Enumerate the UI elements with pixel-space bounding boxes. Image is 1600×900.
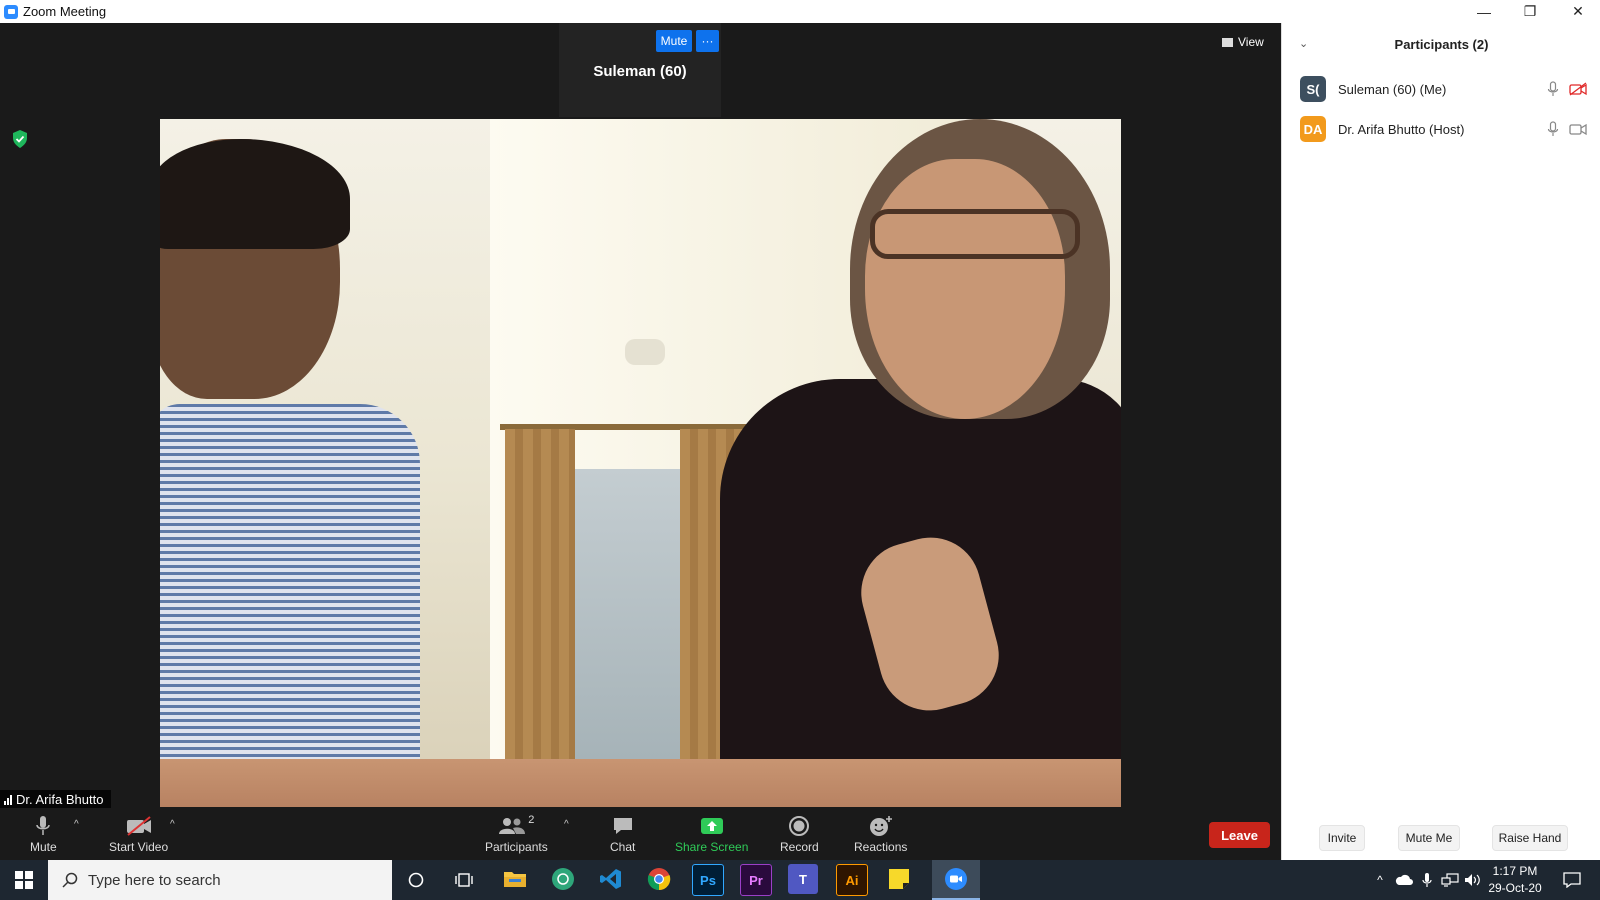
action-center-button[interactable] (1556, 860, 1588, 900)
audio-options-caret-icon[interactable]: ^ (74, 819, 79, 830)
meeting-toolbar: Mute ^ Start Video ^ 2 Participants ^ Ch… (0, 811, 1280, 860)
video-camera-icon[interactable] (1569, 122, 1587, 136)
signal-strength-icon (4, 794, 12, 805)
cortana-circle-icon (408, 872, 424, 888)
photoshop-icon[interactable]: Ps (692, 864, 724, 896)
search-icon (62, 872, 78, 888)
windows-logo-icon (15, 871, 33, 889)
mute-me-button[interactable]: Mute Me (1398, 825, 1460, 851)
clock-time: 1:17 PM (1492, 864, 1538, 878)
onedrive-cloud-icon[interactable] (1392, 860, 1416, 900)
video-off-icon (125, 814, 153, 838)
video-curtain-left (505, 429, 575, 759)
network-icon[interactable] (1438, 860, 1462, 900)
invite-button[interactable]: Invite (1319, 825, 1365, 851)
reactions-smiley-icon (869, 814, 893, 838)
minimize-button[interactable]: — (1462, 0, 1506, 23)
microphone-icon[interactable] (1547, 121, 1559, 137)
chat-button[interactable]: Chat (610, 814, 635, 854)
video-person-right (720, 119, 1121, 807)
windows-start-button[interactable] (0, 860, 48, 900)
share-screen-label: Share Screen (675, 840, 749, 854)
illustrator-icon[interactable]: Ai (836, 864, 868, 896)
participants-panel-title: Participants (2) (1394, 37, 1489, 52)
avatar: DA (1300, 116, 1326, 142)
grid-view-icon (1222, 37, 1233, 47)
microphone-icon[interactable] (1547, 81, 1559, 97)
clock[interactable]: 1:17 PM 29-Oct-20 (1480, 863, 1550, 897)
raise-hand-button[interactable]: Raise Hand (1492, 825, 1568, 851)
show-hidden-icons-chevron-icon[interactable]: ^ (1368, 860, 1392, 900)
start-video-button[interactable]: Start Video (109, 814, 168, 854)
zoom-app-icon (4, 4, 18, 19)
zoom-taskbar-button[interactable] (932, 860, 980, 900)
participant-row[interactable]: DA Dr. Arifa Bhutto (Host) (1282, 109, 1600, 149)
reactions-label: Reactions (854, 840, 908, 854)
view-label: View (1238, 35, 1264, 49)
active-speaker-name: Suleman (60) (593, 63, 687, 80)
chat-icon (612, 814, 634, 838)
view-button[interactable]: View (1222, 35, 1264, 49)
video-options-caret-icon[interactable]: ^ (170, 819, 175, 830)
close-window-button[interactable]: ✕ (1556, 0, 1600, 23)
sticky-notes-icon[interactable] (884, 864, 914, 894)
taskbar-search-box[interactable]: Type here to search (48, 860, 392, 900)
participant-row[interactable]: S( Suleman (60) (Me) (1282, 69, 1600, 109)
chrome-icon[interactable] (644, 864, 674, 894)
cortana-button[interactable] (400, 860, 432, 900)
participants-label: Participants (485, 840, 548, 854)
file-explorer-icon[interactable] (500, 864, 530, 894)
participants-icon: 2 (498, 814, 534, 838)
windows-taskbar: Type here to search Ps Pr T Ai ^ 1:17 PM… (0, 860, 1600, 900)
clock-date: 29-Oct-20 (1488, 881, 1542, 895)
security-shield-icon[interactable] (12, 130, 28, 148)
task-view-button[interactable] (448, 860, 480, 900)
participants-button[interactable]: 2 Participants (485, 814, 548, 854)
video-participant-name: Dr. Arifa Bhutto (16, 791, 104, 807)
restore-button[interactable]: ❐ (1508, 0, 1552, 23)
microphone-tray-icon[interactable] (1416, 860, 1438, 900)
participant-name: Suleman (60) (Me) (1338, 81, 1447, 97)
record-label: Record (780, 840, 819, 854)
video-name-label: Dr. Arifa Bhutto (0, 790, 112, 808)
chatgpt-icon[interactable] (548, 864, 578, 894)
avatar: S( (1300, 76, 1326, 102)
tile-mute-button[interactable]: Mute (656, 30, 692, 52)
window-title: Zoom Meeting (23, 4, 107, 19)
participants-options-caret-icon[interactable]: ^ (564, 819, 569, 830)
mute-label: Mute (30, 840, 57, 854)
premiere-icon[interactable]: Pr (740, 864, 772, 896)
video-table (160, 759, 1121, 807)
video-off-icon[interactable] (1569, 82, 1587, 96)
participants-panel: ⌄ Participants (2) S( Suleman (60) (Me) … (1281, 23, 1600, 860)
chat-label: Chat (610, 840, 636, 854)
search-placeholder: Type here to search (88, 871, 221, 889)
teams-icon[interactable]: T (788, 864, 818, 894)
record-button[interactable]: Record (780, 814, 819, 854)
vscode-icon[interactable] (596, 864, 626, 894)
participants-count: 2 (528, 814, 535, 826)
tile-more-button[interactable]: ··· (696, 30, 719, 52)
share-screen-button[interactable]: Share Screen (675, 814, 748, 854)
leave-button[interactable]: Leave (1209, 822, 1270, 848)
video-person-left (160, 139, 450, 807)
participants-panel-footer: Invite Mute Me Raise Hand (1282, 823, 1600, 853)
task-view-icon (455, 873, 473, 887)
notification-icon (1563, 872, 1581, 888)
mute-button[interactable]: Mute (30, 814, 57, 854)
reactions-button[interactable]: Reactions (854, 814, 907, 854)
active-speaker-tile[interactable]: Mute ··· Suleman (60) (559, 23, 721, 117)
title-bar: Zoom Meeting — ❐ ✕ (0, 0, 1600, 23)
start-video-label: Start Video (109, 840, 169, 854)
participant-name: Dr. Arifa Bhutto (Host) (1338, 121, 1465, 137)
zoom-icon (945, 868, 967, 890)
participant-video-feed (160, 119, 1121, 807)
microphone-icon (35, 814, 51, 838)
video-wall-lamp (625, 339, 665, 365)
record-icon (788, 814, 810, 838)
share-screen-icon (700, 814, 724, 838)
